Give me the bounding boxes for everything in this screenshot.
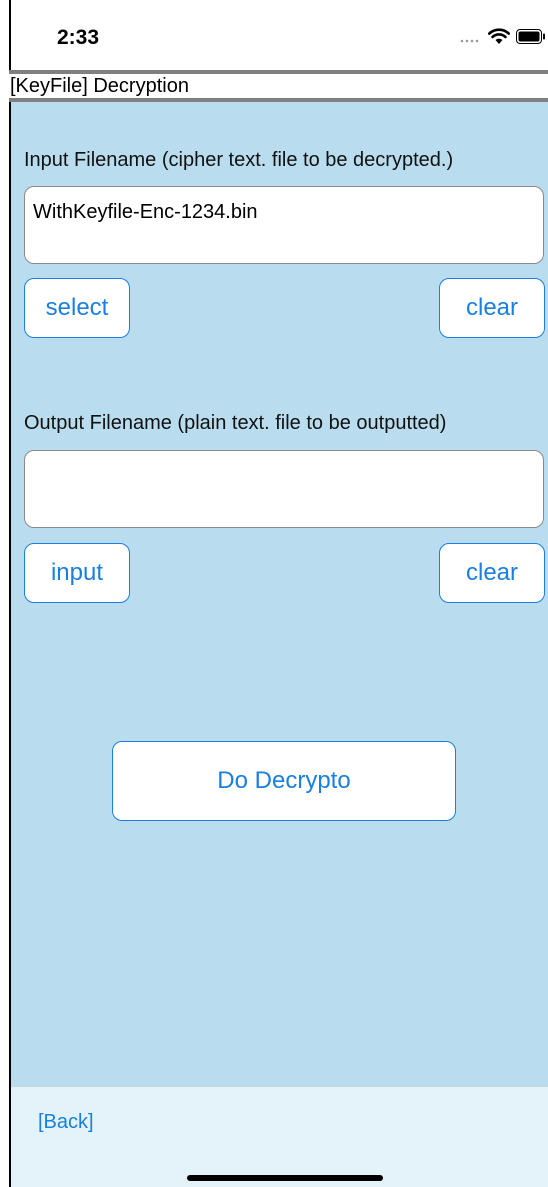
signal-dots-icon	[460, 30, 482, 48]
page-title: [KeyFile] Decryption	[10, 75, 189, 97]
input-filename-field[interactable]: WithKeyfile-Enc-1234.bin	[24, 186, 544, 264]
status-icons	[460, 28, 546, 50]
input-name-button[interactable]: input	[24, 543, 130, 603]
input-clear-button[interactable]: clear	[439, 278, 545, 338]
status-time: 2:33	[57, 26, 100, 49]
back-link[interactable]: [Back]	[38, 1111, 94, 1134]
battery-icon	[516, 29, 546, 49]
output-clear-button[interactable]: clear	[439, 543, 545, 603]
input-filename-label: Input Filename (cipher text. file to be …	[24, 149, 454, 171]
main-content: Input Filename (cipher text. file to be …	[11, 102, 548, 1086]
input-filename-value: WithKeyfile-Enc-1234.bin	[33, 201, 258, 223]
wifi-icon	[488, 28, 510, 50]
app-screen: 2:33 [KeyFile] Decryption Input Filename…	[0, 0, 548, 1187]
output-filename-field[interactable]	[24, 450, 544, 528]
footer-bar: [Back]	[11, 1086, 548, 1187]
title-bar: [KeyFile] Decryption	[9, 70, 548, 102]
select-button[interactable]: select	[24, 278, 130, 338]
home-indicator[interactable]	[187, 1175, 383, 1181]
do-decrypto-button[interactable]: Do Decrypto	[112, 741, 456, 821]
status-bar: 2:33	[11, 0, 548, 70]
output-filename-label: Output Filename (plain text. file to be …	[24, 412, 447, 434]
